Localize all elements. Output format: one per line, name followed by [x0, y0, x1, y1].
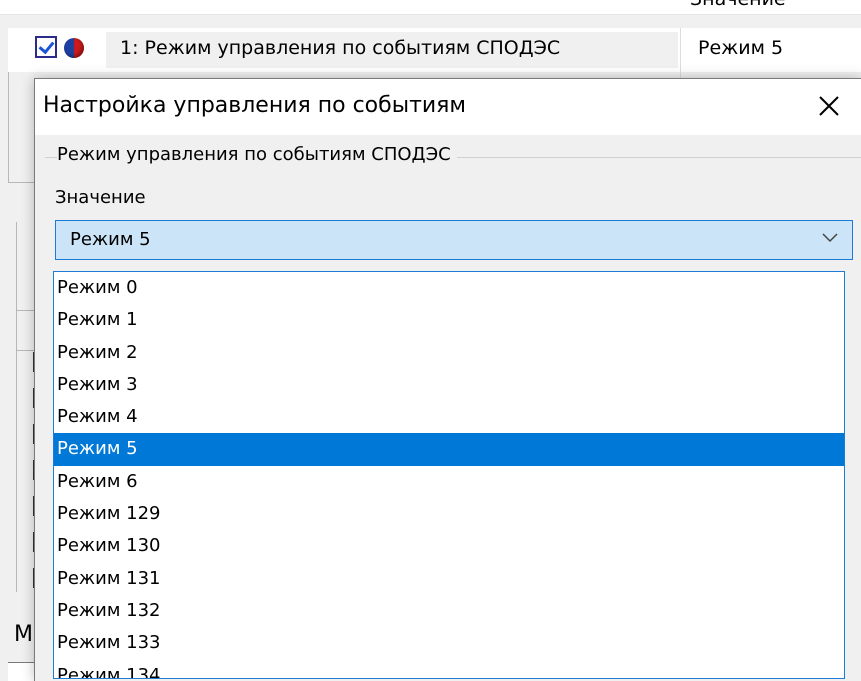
- background-table-row[interactable]: 1: Режим управления по событиям СПОДЭС Р…: [8, 28, 861, 72]
- dropdown-option[interactable]: Режим 132: [54, 595, 844, 627]
- dropdown-option[interactable]: Режим 129: [54, 498, 844, 530]
- mode-combobox[interactable]: Режим 5: [55, 220, 853, 260]
- dropdown-option[interactable]: Режим 6: [54, 466, 844, 498]
- chevron-down-icon: [822, 233, 838, 243]
- dropdown-option[interactable]: Режим 5: [54, 433, 844, 466]
- red-blue-sphere-icon: [64, 38, 84, 58]
- dialog-title: Настройка управления по событиям: [43, 93, 467, 118]
- dropdown-option[interactable]: Режим 3: [54, 369, 844, 401]
- mode-dropdown-list[interactable]: Режим 0 Режим 1 Режим 2 Режим 3 Режим 4 Режим…: [53, 271, 845, 679]
- dropdown-option[interactable]: Режим 1: [54, 304, 844, 336]
- background-section-label: М: [14, 622, 33, 647]
- group-label: Режим управления по событиям СПОДЭС: [57, 144, 457, 165]
- dropdown-option[interactable]: Режим 0: [54, 272, 844, 304]
- value-column-header: Значение: [690, 0, 786, 10]
- dialog-titlebar: Настройка управления по событиям: [35, 79, 861, 135]
- combobox-selected-value: Режим 5: [70, 229, 151, 250]
- background-table-header: Значение: [0, 0, 861, 15]
- dropdown-option[interactable]: Режим 4: [54, 401, 844, 433]
- value-field-label: Значение: [55, 187, 146, 208]
- dropdown-option[interactable]: Режим 2: [54, 337, 844, 369]
- dropdown-option[interactable]: Режим 131: [54, 563, 844, 595]
- dropdown-option[interactable]: Режим 134: [54, 660, 844, 678]
- dropdown-option[interactable]: Режим 133: [54, 627, 844, 659]
- row-value: Режим 5: [698, 37, 784, 59]
- row-event-label: 1: Режим управления по событиям СПОДЭС: [120, 37, 561, 59]
- row-checkbox[interactable]: [35, 36, 57, 58]
- dropdown-option[interactable]: Режим 130: [54, 530, 844, 562]
- close-icon[interactable]: [814, 91, 844, 121]
